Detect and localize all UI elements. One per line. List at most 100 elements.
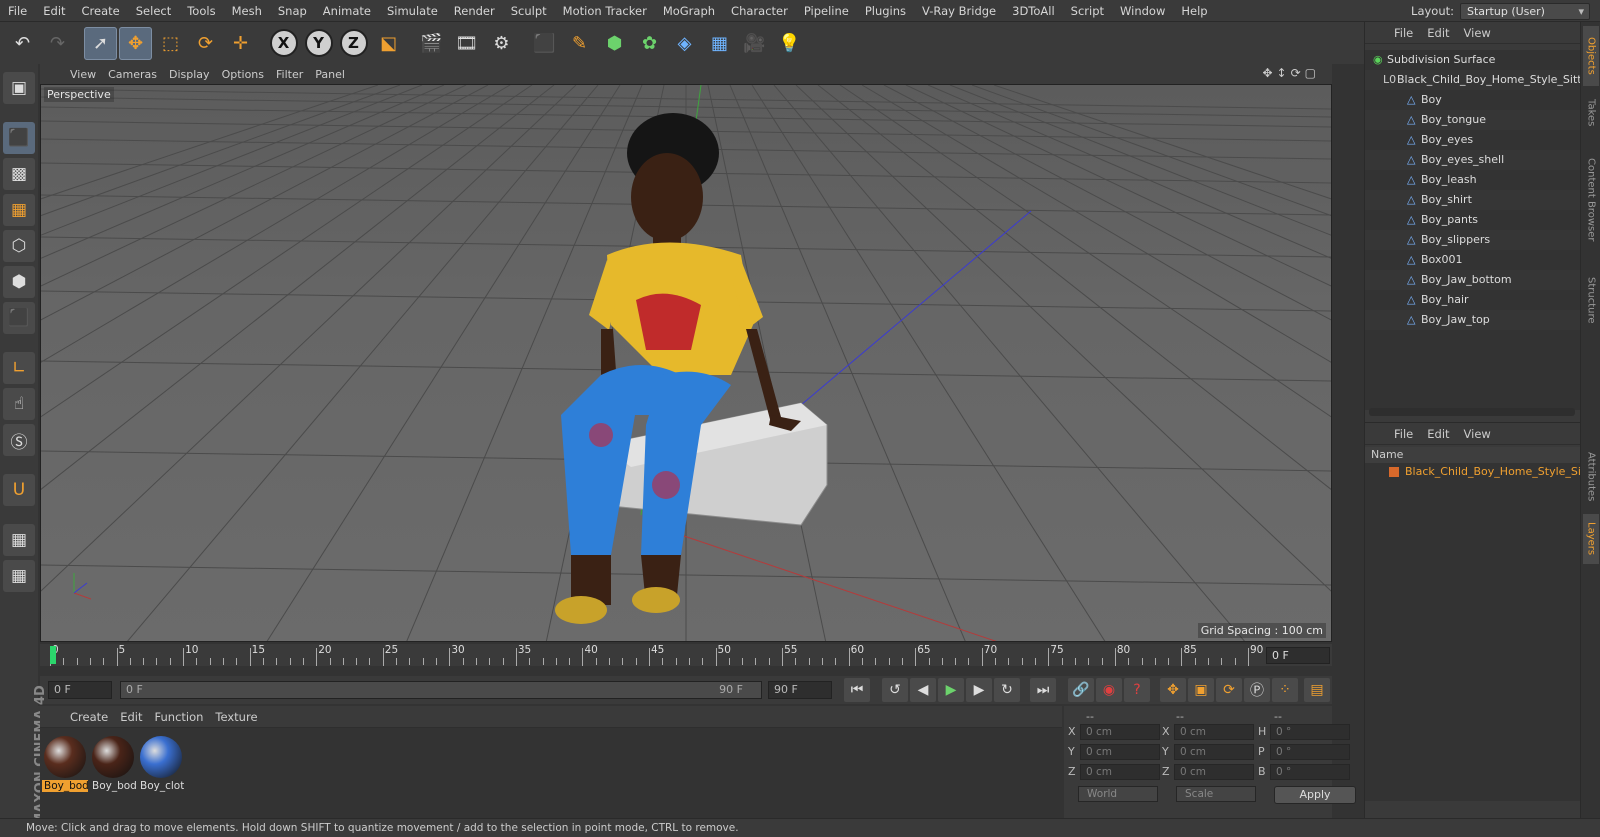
current-frame-field[interactable]: 0 F [1266, 647, 1330, 664]
menu-edit[interactable]: Edit [35, 0, 73, 22]
key-parameter-icon[interactable]: Ⓟ [1244, 678, 1270, 702]
scale-tool-icon[interactable]: ⬚ [154, 27, 187, 60]
coordinate-system-icon[interactable]: ⬕ [372, 27, 405, 60]
coord-value-field[interactable]: 0 cm [1080, 764, 1160, 780]
coord-value-field[interactable]: 0 cm [1174, 764, 1254, 780]
tree-row[interactable]: △ Boy_pants [1365, 210, 1581, 230]
menu-render[interactable]: Render [446, 0, 503, 22]
keyframe-selection-icon[interactable]: ? [1124, 678, 1150, 702]
key-scale-icon[interactable]: ▣ [1188, 678, 1214, 702]
record-keys-icon[interactable]: 🔗 [1068, 678, 1094, 702]
end-frame-field[interactable]: 90 F [768, 681, 832, 699]
redo-icon[interactable]: ↷ [41, 27, 74, 60]
subdivision-icon[interactable]: ⬢ [598, 27, 631, 60]
tree-row[interactable]: △ Boy_eyes_shell [1365, 150, 1581, 170]
edges-mode-icon[interactable]: ⬢ [3, 266, 35, 298]
viewport-menu-filter[interactable]: Filter [270, 68, 309, 81]
key-rotation-icon[interactable]: ⟳ [1216, 678, 1242, 702]
menu-3dtoall[interactable]: 3DToAll [1004, 0, 1063, 22]
z-axis-lock-button[interactable]: Z [337, 27, 370, 60]
timeline-ruler[interactable]: 051015202530354045505560657075808590 0 F [40, 644, 1332, 666]
menu-snap[interactable]: Snap [270, 0, 315, 22]
make-editable-icon[interactable]: ▣ [3, 72, 35, 104]
menu-select[interactable]: Select [128, 0, 179, 22]
layer-menu-edit[interactable]: Edit [1420, 427, 1456, 441]
solo-mode-icon[interactable]: Ⓢ [3, 424, 35, 456]
axis-mode-icon[interactable]: ∟ [3, 352, 35, 384]
material-menu-edit[interactable]: Edit [114, 710, 148, 724]
autokey-icon[interactable]: ◉ [1096, 678, 1122, 702]
planar-workplane-icon[interactable]: ▦ [3, 560, 35, 592]
layer-color-swatch[interactable] [1389, 467, 1399, 477]
menu-mograph[interactable]: MoGraph [655, 0, 723, 22]
coordinate-system-select[interactable]: World [1078, 786, 1158, 802]
tab-takes[interactable]: Takes [1583, 88, 1599, 138]
material-item[interactable]: Boy_body [90, 734, 136, 794]
play-forward-icon[interactable]: ▶ [938, 678, 964, 702]
tree-row[interactable]: △ Boy_hair [1365, 290, 1581, 310]
coord-value-field[interactable]: 0 ° [1270, 744, 1350, 760]
go-to-end-icon[interactable]: ⏭ [1030, 678, 1056, 702]
tree-row[interactable]: △ Box001 [1365, 250, 1581, 270]
menu-motion-tracker[interactable]: Motion Tracker [555, 0, 655, 22]
last-tool-icon[interactable]: ✛ [224, 27, 257, 60]
menu-plugins[interactable]: Plugins [857, 0, 914, 22]
menu-v-ray-bridge[interactable]: V-Ray Bridge [914, 0, 1004, 22]
menu-script[interactable]: Script [1063, 0, 1112, 22]
viewport-navigation-icons[interactable]: ✥↕⟳▢ [1262, 66, 1320, 80]
start-frame-field[interactable]: 0 F [48, 681, 112, 699]
tab-objects[interactable]: Objects [1583, 26, 1599, 86]
menu-window[interactable]: Window [1112, 0, 1173, 22]
material-menu-function[interactable]: Function [149, 710, 210, 724]
material-menu-texture[interactable]: Texture [209, 710, 263, 724]
timeline-playhead[interactable] [50, 646, 56, 664]
material-menu-create[interactable]: Create [64, 710, 114, 724]
tree-row[interactable]: △ Boy_tongue [1365, 110, 1581, 130]
workplane-mode-icon[interactable]: ▦ [3, 194, 35, 226]
tree-row[interactable]: △ Boy_slippers [1365, 230, 1581, 250]
layout-select[interactable]: Startup (User) [1460, 2, 1590, 20]
tree-row[interactable]: △ Boy_leash [1365, 170, 1581, 190]
object-menu-edit[interactable]: Edit [1420, 26, 1456, 40]
render-picture-viewer-icon[interactable]: 🎞 [450, 27, 483, 60]
deformer-icon[interactable]: ◈ [668, 27, 701, 60]
menu-mesh[interactable]: Mesh [224, 0, 270, 22]
next-key-icon[interactable]: ↻ [994, 678, 1020, 702]
tree-row[interactable]: △ Boy_Jaw_top [1365, 310, 1581, 330]
texture-mode-icon[interactable]: ▩ [3, 158, 35, 190]
undo-icon[interactable]: ↶ [6, 27, 39, 60]
tab-attributes[interactable]: Attributes [1583, 442, 1599, 512]
tree-row-root[interactable]: ◉ Subdivision Surface [1365, 50, 1581, 70]
menu-animate[interactable]: Animate [315, 0, 379, 22]
rotate-tool-icon[interactable]: ⟳ [189, 27, 222, 60]
coord-value-field[interactable]: 0 cm [1174, 724, 1254, 740]
viewport-menu-panel[interactable]: Panel [309, 68, 351, 81]
material-item[interactable]: Boy_body [42, 734, 88, 794]
apply-button[interactable]: Apply [1274, 786, 1356, 804]
floor-icon[interactable]: ▦ [703, 27, 736, 60]
viewport-menu-options[interactable]: Options [216, 68, 270, 81]
coord-value-field[interactable]: 0 cm [1080, 724, 1160, 740]
snap-magnet-icon[interactable]: U [3, 474, 35, 506]
go-to-start-icon[interactable]: ⏮ [844, 678, 870, 702]
key-position-icon[interactable]: ✥ [1160, 678, 1186, 702]
next-frame-icon[interactable]: ▶ [966, 678, 992, 702]
viewport-menu-display[interactable]: Display [163, 68, 216, 81]
viewport-menu-cameras[interactable]: Cameras [102, 68, 163, 81]
points-mode-icon[interactable]: ⬡ [3, 230, 35, 262]
coord-value-field[interactable]: 0 ° [1270, 724, 1350, 740]
menu-file[interactable]: File [0, 0, 35, 22]
y-axis-lock-button[interactable]: Y [302, 27, 335, 60]
polygons-mode-icon[interactable]: ⬛ [3, 302, 35, 334]
object-hscrollbar[interactable] [1369, 408, 1575, 416]
viewport-camera-label[interactable]: Perspective [44, 87, 114, 102]
key-pla-icon[interactable]: ⁘ [1272, 678, 1298, 702]
menu-sculpt[interactable]: Sculpt [503, 0, 555, 22]
tree-row[interactable]: △ Boy_eyes [1365, 130, 1581, 150]
tree-row[interactable]: △ Boy_shirt [1365, 190, 1581, 210]
x-axis-lock-button[interactable]: X [267, 27, 300, 60]
layer-menu-file[interactable]: File [1387, 427, 1420, 441]
menu-help[interactable]: Help [1173, 0, 1215, 22]
select-pointer-icon[interactable]: ➚ [84, 26, 117, 60]
light-icon[interactable]: 💡 [773, 27, 806, 60]
